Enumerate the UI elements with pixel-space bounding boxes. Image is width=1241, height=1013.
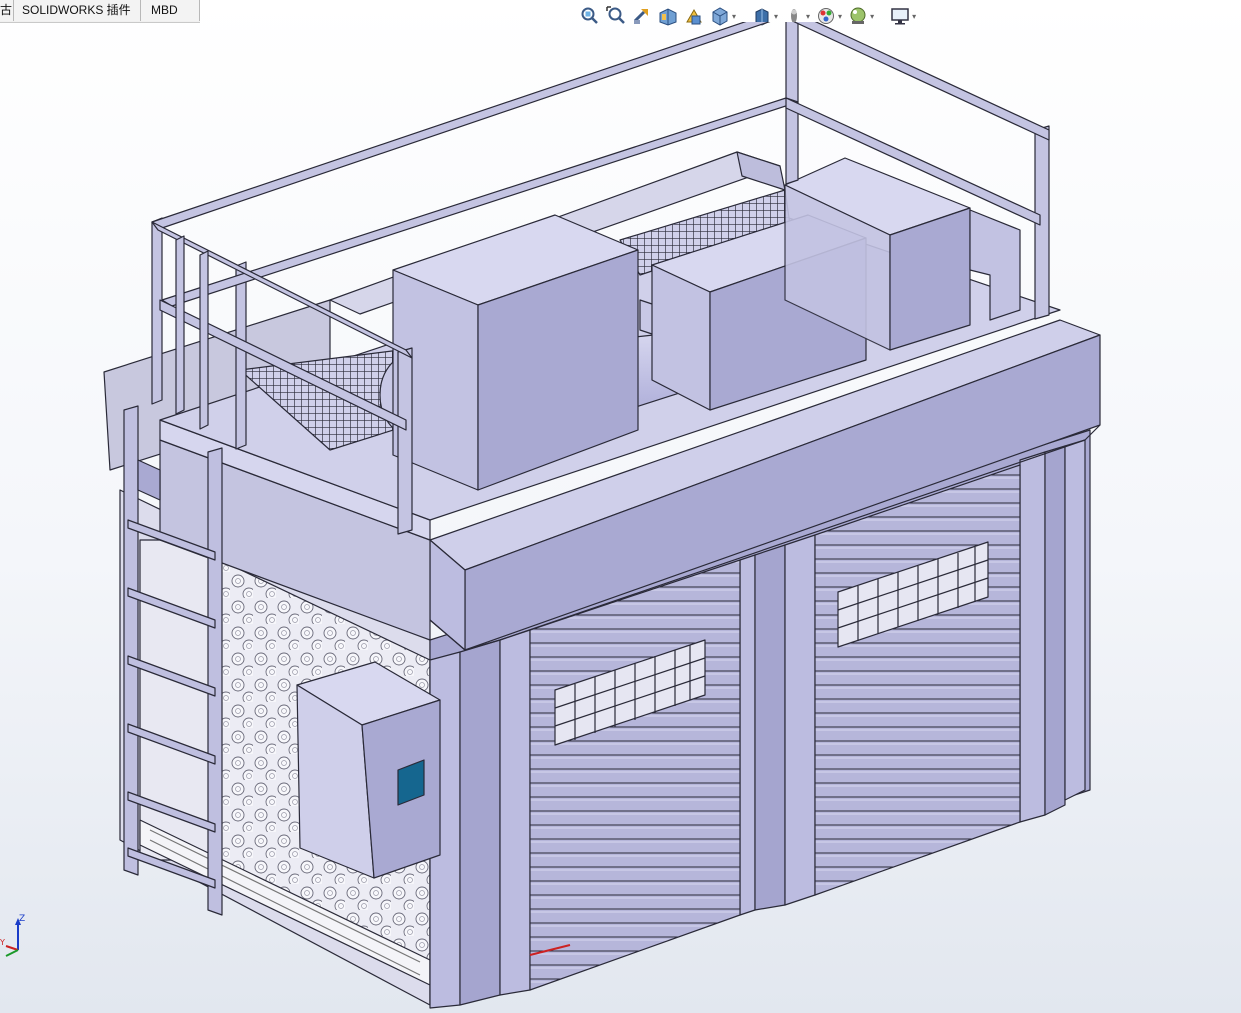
hide-show-dropdown-icon[interactable]: ▾: [806, 12, 810, 21]
triad-y-label: Y: [0, 938, 5, 947]
view-settings-dropdown-icon[interactable]: ▾: [912, 12, 916, 21]
apply-scene-dropdown-icon[interactable]: ▾: [870, 12, 874, 21]
graphics-area[interactable]: [0, 22, 1241, 1013]
view-orientation-dropdown-icon[interactable]: ▾: [732, 12, 736, 21]
tab-solidworks-addins[interactable]: SOLIDWORKS 插件: [14, 0, 141, 21]
electrical-control-box: [296, 661, 441, 879]
tab-truncated[interactable]: 古: [0, 0, 14, 21]
display-style-dropdown-icon[interactable]: ▾: [774, 12, 778, 21]
edit-appearance-dropdown-icon[interactable]: ▾: [838, 12, 842, 21]
triad-z-label: Z: [19, 914, 25, 924]
command-manager-tabs: 古 SOLIDWORKS 插件 MBD: [0, 0, 200, 23]
spray-booth-model: [103, 22, 1101, 1009]
tab-mbd[interactable]: MBD: [141, 0, 200, 21]
reference-triad: Z Y: [0, 912, 34, 960]
